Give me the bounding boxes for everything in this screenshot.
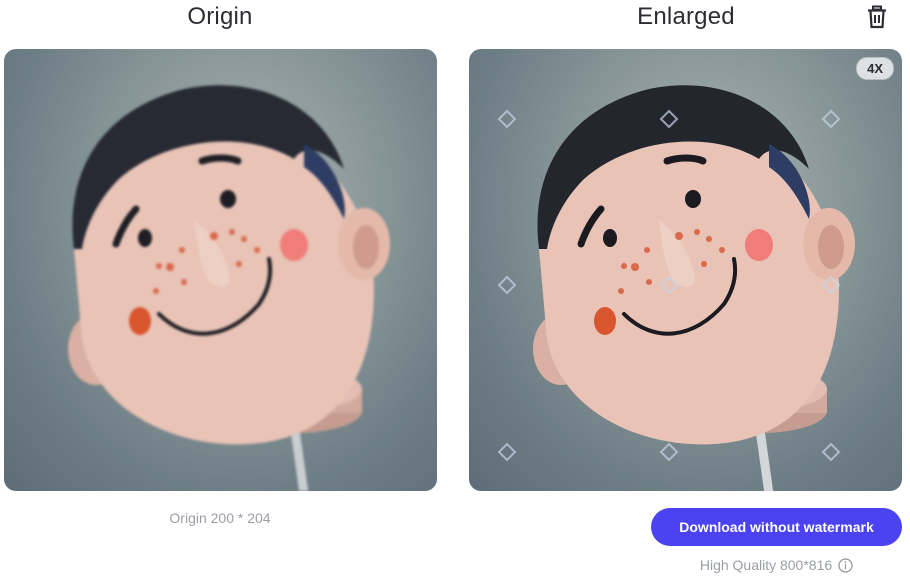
origin-image (4, 49, 437, 491)
delete-button[interactable] (864, 4, 890, 30)
quality-info: High Quality 800*816 (651, 557, 902, 573)
enlarged-image: 4X (469, 49, 902, 491)
info-icon[interactable] (838, 557, 853, 573)
origin-title: Origin (187, 3, 253, 30)
quality-text: High Quality 800*816 (699, 557, 833, 573)
scale-badge: 4X (856, 57, 894, 80)
toy-head-picture-enlarged (497, 85, 855, 491)
toy-head-picture (68, 85, 390, 491)
trash-icon (868, 5, 886, 29)
enlarged-title: Enlarged (637, 3, 735, 30)
origin-dimensions: Origin 200 * 204 (169, 510, 271, 526)
download-button[interactable]: Download without watermark (651, 508, 902, 546)
